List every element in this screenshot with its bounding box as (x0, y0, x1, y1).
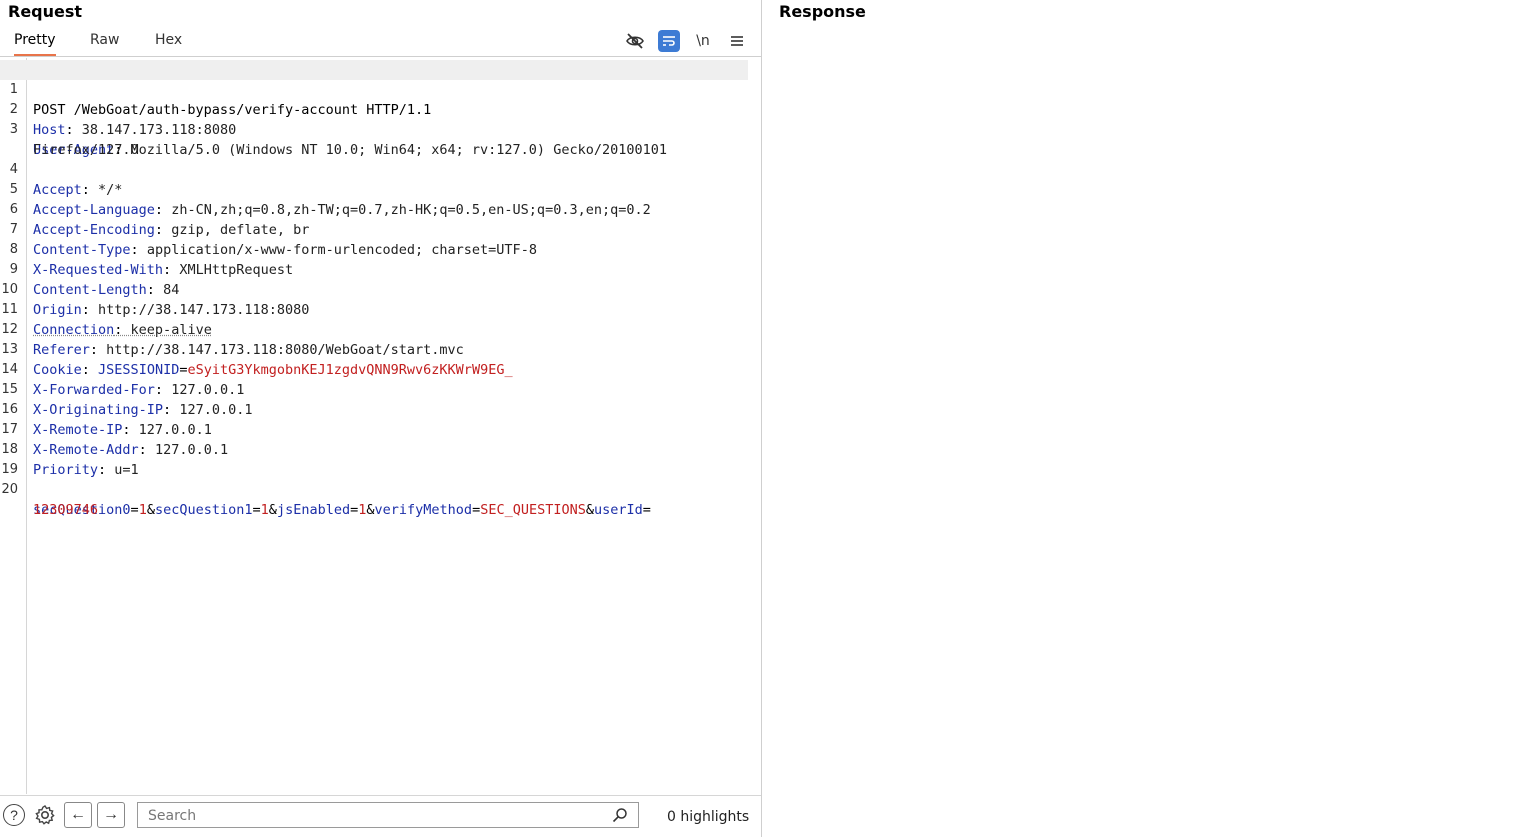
param-value: 1 (260, 502, 269, 518)
header-line[interactable]: 10 Origin: http://38.147.173.118:8080 (0, 260, 748, 318)
search-icon[interactable] (612, 807, 628, 826)
header-line[interactable]: 9 Content-Length: 84 (0, 240, 748, 298)
header-line[interactable]: 13 Cookie: JSESSIONID=eSyitG3YkmgobnKEJ1… (0, 320, 748, 378)
search-input[interactable] (146, 806, 610, 826)
eye-slash-icon[interactable] (624, 30, 646, 52)
body-line[interactable]: 20 secQuestion0=1&secQuestion1=1&jsEnabl… (0, 460, 748, 518)
newline-icon[interactable]: \n (692, 30, 714, 52)
wrapped-line[interactable]: Firefox/127.0 (0, 120, 748, 158)
header-line[interactable]: 11 Connection: keep-alive (0, 280, 748, 338)
highlights-count: 0 highlights (667, 809, 750, 825)
param-value: 1 (138, 502, 147, 518)
header-line[interactable]: 12 Referer: http://38.147.173.118:8080/W… (0, 300, 748, 358)
help-icon[interactable]: ? (3, 804, 25, 826)
menu-icon[interactable] (726, 30, 748, 52)
header-line[interactable]: 2 Host: 38.147.173.118:8080 (0, 80, 748, 138)
search-field[interactable] (137, 802, 639, 828)
param-name: verifyMethod (374, 502, 473, 518)
param-name: jsEnabled (276, 502, 351, 518)
arrow-right-icon[interactable]: → (97, 802, 125, 828)
param-value: 12309746 (33, 502, 99, 518)
request-panel: Request Pretty Raw Hex \n 1 POST /WebGoa… (0, 0, 762, 837)
header-line[interactable]: 17 X-Remote-Addr: 127.0.0.1 (0, 400, 748, 458)
param-value: 1 (358, 502, 367, 518)
param-name: secQuestion1 (154, 502, 253, 518)
header-line[interactable]: 6 Accept-Encoding: gzip, deflate, br (0, 180, 748, 238)
blank-line[interactable]: 19 (0, 440, 748, 477)
header-line[interactable]: 16 X-Remote-IP: 127.0.0.1 (0, 380, 748, 438)
header-line[interactable]: 7 Content-Type: application/x-www-form-u… (0, 200, 748, 258)
wrapped-line[interactable]: 12309746 (0, 480, 748, 518)
header-line[interactable]: 3 User-Agent: Mozilla/5.0 (Windows NT 10… (0, 100, 748, 158)
header-line[interactable]: 14 X-Forwarded-For: 127.0.0.1 (0, 340, 748, 398)
gear-icon[interactable] (31, 802, 59, 828)
header-line[interactable]: 15 X-Originating-IP: 127.0.0.1 (0, 360, 748, 418)
param-value: SEC_QUESTIONS (480, 502, 586, 518)
request-tabs: Pretty Raw Hex (0, 28, 761, 57)
tab-pretty[interactable]: Pretty (14, 32, 56, 56)
tab-raw[interactable]: Raw (90, 32, 119, 54)
arrow-left-icon[interactable]: ← (64, 802, 92, 828)
tab-hex[interactable]: Hex (155, 32, 182, 54)
header-line[interactable]: 8 X-Requested-With: XMLHttpRequest (0, 220, 748, 278)
wrap-lines-icon[interactable] (658, 30, 680, 52)
header-line[interactable]: 4 Accept: */* (0, 140, 748, 198)
search-bar: ? ← → 0 highlights (0, 795, 761, 838)
response-title: Response (779, 2, 866, 21)
header-line[interactable]: 18 Priority: u=1 (0, 420, 748, 478)
request-title: Request (8, 2, 83, 21)
param-name: userId (594, 502, 643, 518)
request-editor[interactable]: 1 POST /WebGoat/auth-bypass/verify-accou… (0, 58, 761, 794)
request-line[interactable]: 1 POST /WebGoat/auth-bypass/verify-accou… (0, 60, 748, 118)
header-line[interactable]: 5 Accept-Language: zh-CN,zh;q=0.8,zh-TW;… (0, 160, 748, 218)
